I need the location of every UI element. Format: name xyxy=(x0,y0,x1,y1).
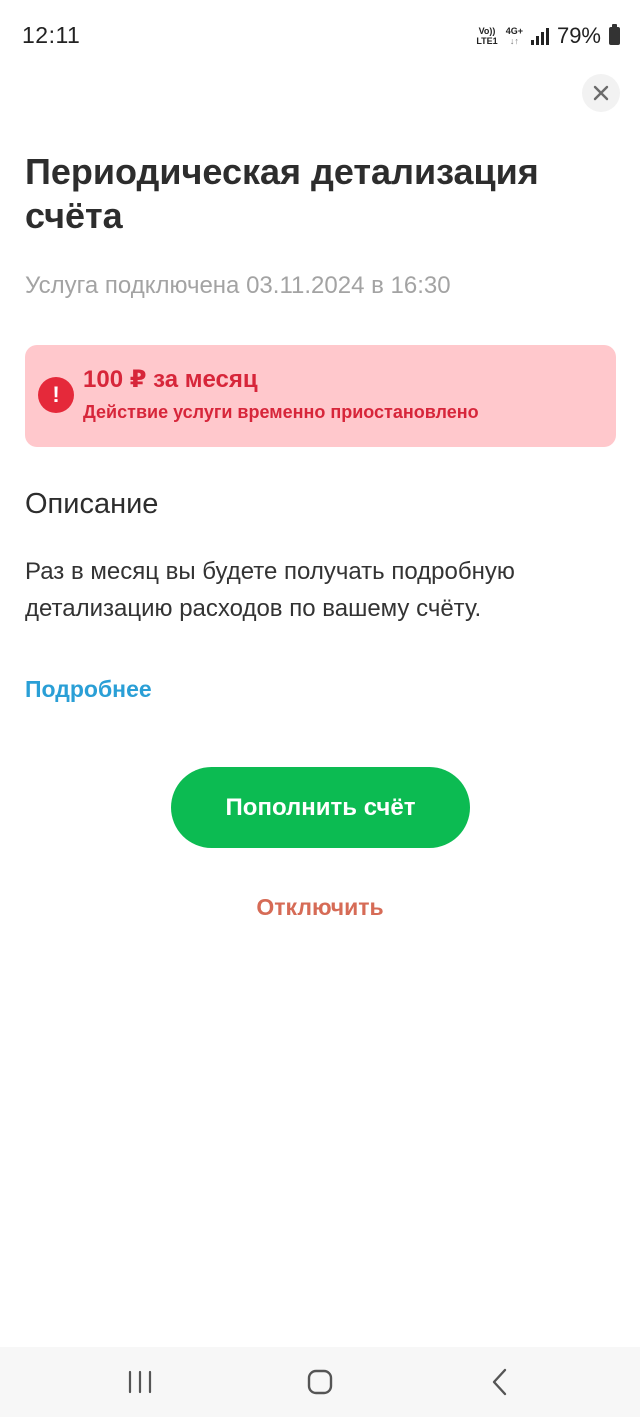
volte-top-label: Vo)) xyxy=(478,26,496,36)
volte-bottom-label: LTE1 xyxy=(476,36,498,46)
home-icon xyxy=(307,1369,333,1395)
close-button[interactable] xyxy=(582,74,620,112)
topup-button[interactable]: Пополнить счёт xyxy=(171,767,470,848)
navigation-bar xyxy=(0,1347,640,1417)
network-label: 4G+ xyxy=(505,26,523,36)
more-details-link[interactable]: Подробнее xyxy=(25,676,152,703)
status-bar: 12:11 Vo)) LTE1 4G+ ↓↑ 79% xyxy=(0,0,640,70)
exclamation-icon: ! xyxy=(38,377,74,413)
volte-icon: Vo)) LTE1 xyxy=(476,26,497,46)
signal-icon xyxy=(530,27,549,45)
home-button[interactable] xyxy=(280,1347,360,1417)
status-icons: Vo)) LTE1 4G+ ↓↑ 79% xyxy=(476,22,620,50)
screen: 12:11 Vo)) LTE1 4G+ ↓↑ 79% Периодическая… xyxy=(0,0,640,1417)
disable-service-link[interactable]: Отключить xyxy=(0,894,640,921)
description-title: Описание xyxy=(25,488,159,520)
description-text: Раз в месяц вы будете получать подробную… xyxy=(25,558,515,622)
status-time: 12:11 xyxy=(22,22,81,48)
close-icon xyxy=(593,85,609,101)
alert-banner: ! 100 ₽ за месяц Действие услуги временн… xyxy=(25,345,616,447)
network-arrows: ↓↑ xyxy=(509,36,519,46)
page-title: Периодическая детализация счёта xyxy=(25,151,539,236)
back-button[interactable] xyxy=(460,1347,540,1417)
service-status-text: Услуга подключена 03.11.2024 в 16:30 xyxy=(25,272,451,299)
network-type-icon: 4G+ ↓↑ xyxy=(506,26,523,46)
alert-message: Действие услуги временно приостановлено xyxy=(83,402,479,422)
recents-icon xyxy=(128,1370,152,1394)
battery-percent: 79% xyxy=(556,23,601,48)
back-icon xyxy=(492,1368,507,1396)
alert-price: 100 ₽ за месяц xyxy=(83,366,258,393)
battery-icon xyxy=(609,24,620,45)
recents-button[interactable] xyxy=(100,1347,180,1417)
